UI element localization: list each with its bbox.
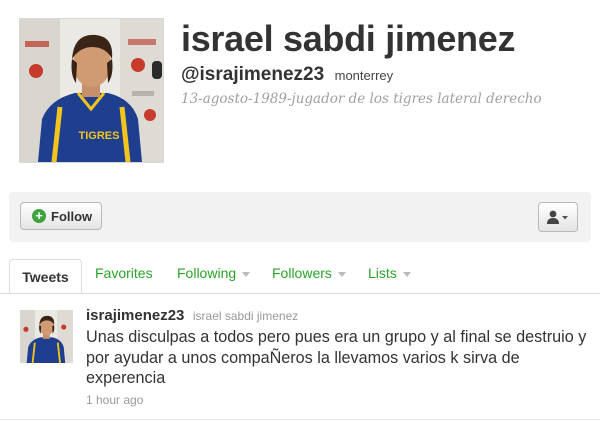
profile-tabs: Tweets Favorites Following Followers Lis… <box>0 259 600 294</box>
tab-label: Favorites <box>95 265 153 281</box>
profile-name: israel sabdi jimenez <box>181 18 516 59</box>
tweet-text: Unas disculpas a todos pero pues era un … <box>86 328 587 387</box>
tweet-header: israjimenez23 israel sabdi jimenez <box>86 307 298 325</box>
profile-avatar[interactable]: TIGRES <box>20 19 163 162</box>
handle-line: @israjimenez23 monterrey <box>181 64 393 86</box>
profile-bio: 13-agosto-1989-jugador de los tigres lat… <box>181 91 542 107</box>
user-actions-dropdown-button[interactable] <box>538 202 578 232</box>
user-silhouette-icon <box>547 210 568 224</box>
tab-tweets[interactable]: Tweets <box>9 259 82 293</box>
follow-button[interactable]: + Follow <box>20 202 102 230</box>
profile-screen-name: @israjimenez23 <box>181 64 325 85</box>
chevron-down-icon <box>402 271 411 277</box>
profile-location: monterrey <box>334 68 394 83</box>
chevron-down-icon <box>337 271 346 277</box>
tweet-avatar[interactable] <box>20 310 73 363</box>
tweet-full-name: israel sabdi jimenez <box>192 309 299 323</box>
profile-photo-thumbnail <box>20 310 73 363</box>
profile-action-bar: + Follow <box>9 192 591 242</box>
chevron-down-icon <box>242 271 251 277</box>
svg-text:TIGRES: TIGRES <box>79 130 120 142</box>
tab-label: Following <box>177 265 237 281</box>
tweet-screen-name[interactable]: israjimenez23 <box>86 307 184 324</box>
tab-following[interactable]: Following <box>177 265 251 281</box>
tweet-timestamp[interactable]: 1 hour ago <box>86 393 143 407</box>
chevron-down-icon <box>562 216 568 220</box>
tab-followers[interactable]: Followers <box>272 265 346 281</box>
tab-label: Followers <box>272 265 332 281</box>
tab-label: Lists <box>368 265 397 281</box>
follow-button-label: Follow <box>51 208 93 224</box>
plus-circle-icon: + <box>32 209 46 223</box>
tab-favorites[interactable]: Favorites <box>95 265 153 281</box>
profile-photo: TIGRES <box>20 19 163 162</box>
tweet: israjimenez23 israel sabdi jimenez Unas … <box>0 295 600 420</box>
tab-lists[interactable]: Lists <box>368 265 411 281</box>
tab-label: Tweets <box>22 269 69 285</box>
